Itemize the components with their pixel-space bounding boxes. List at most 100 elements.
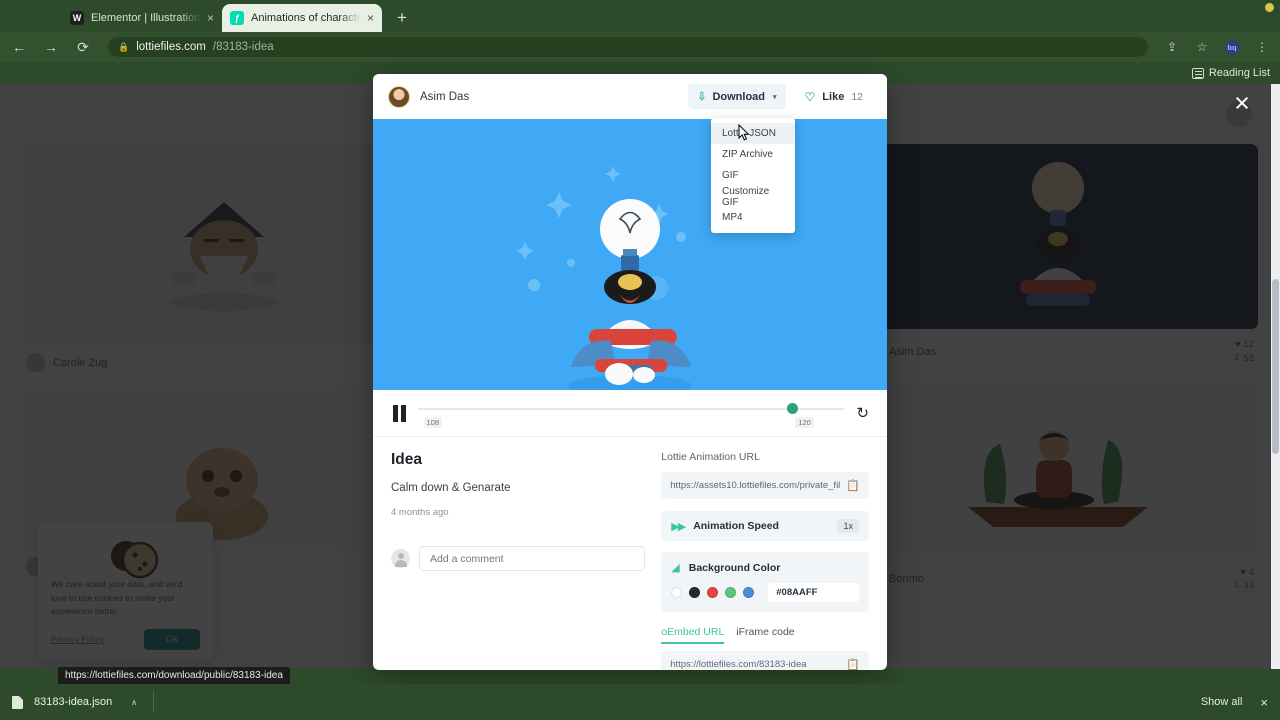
timeline-track[interactable] — [417, 408, 845, 410]
tab-oembed-url[interactable]: oEmbed URL — [661, 626, 725, 644]
chrome-menu-icon[interactable]: ⋮ — [1252, 37, 1272, 57]
modal-header: Asim Das ⇩ Download ▾ ♡ Like 12 — [373, 74, 887, 119]
wordpress-icon: W — [70, 11, 84, 25]
tab-title: Animations of characters in the — [251, 12, 361, 24]
file-icon — [12, 695, 23, 709]
profile-initials: bq — [1224, 39, 1240, 55]
color-swatch-white[interactable] — [671, 587, 683, 598]
like-button[interactable]: ♡ Like 12 — [795, 84, 872, 109]
modal-author-name: Asim Das — [420, 90, 470, 103]
menu-item-lottie-json[interactable]: Lottie JSON — [711, 123, 795, 144]
lock-icon: 🔒 — [118, 41, 130, 52]
reading-list-icon — [1191, 67, 1204, 79]
heart-outline-icon: ♡ — [804, 89, 816, 104]
tab-iframe-code[interactable]: iFrame code — [736, 626, 794, 644]
animation-url-box[interactable]: https://assets10.lottiefiles.com/private… — [661, 472, 869, 499]
hex-color-input[interactable]: #08AAFF — [768, 583, 859, 602]
animation-url-text: https://assets10.lottiefiles.com/private… — [670, 480, 841, 491]
back-button[interactable]: ← — [8, 36, 30, 58]
chevron-up-icon[interactable]: ∧ — [131, 698, 137, 707]
close-icon[interactable]: × — [1260, 695, 1268, 710]
menu-item-customize-gif[interactable]: Customize GIF — [711, 186, 795, 208]
downloads-shelf-actions: Show all × — [1201, 695, 1268, 710]
timeline-knob[interactable] — [786, 403, 798, 414]
url-host: lottiefiles.com — [136, 41, 206, 53]
comment-input[interactable] — [419, 546, 646, 571]
modal-body: Idea Calm down & Genarate 4 months ago L… — [373, 437, 887, 670]
animation-speed-row[interactable]: ▶▶ Animation Speed 1x — [661, 511, 869, 541]
color-swatch-black[interactable] — [689, 587, 701, 598]
window-minimize-button[interactable] — [1265, 3, 1274, 12]
color-swatch-green[interactable] — [725, 587, 737, 598]
like-label: Like — [822, 90, 845, 103]
color-swatches: #08AAFF — [671, 583, 859, 602]
avatar — [391, 549, 410, 568]
animation-speed-value: 1x — [837, 519, 859, 533]
animation-detail-modal: Asim Das ⇩ Download ▾ ♡ Like 12 108 120 … — [373, 74, 887, 670]
animation-stage[interactable] — [373, 119, 887, 390]
animation-description: Calm down & Genarate — [391, 482, 511, 494]
menu-item-mp4[interactable]: MP4 — [711, 207, 795, 228]
tab-close-icon[interactable]: × — [367, 11, 374, 25]
loop-icon[interactable]: ↻ — [856, 404, 869, 422]
window-controls — [1265, 3, 1274, 12]
page-scrollbar[interactable] — [1271, 84, 1280, 669]
download-file-name: 83183-idea.json — [34, 696, 113, 708]
embed-tabs: oEmbed URL iFrame code — [661, 626, 869, 644]
tab-close-icon[interactable]: × — [207, 11, 214, 25]
page-title: Idea — [391, 451, 423, 468]
downloads-shelf: 83183-idea.json ∧ Show all × — [0, 684, 1280, 720]
profile-avatar[interactable]: bq — [1222, 37, 1242, 57]
bookmark-star-icon[interactable]: ☆ — [1192, 37, 1212, 57]
scrollbar-thumb[interactable] — [1272, 279, 1279, 454]
color-swatch-blue[interactable] — [743, 587, 755, 598]
tab-strip: W Elementor | Illustration × ƒ Animation… — [0, 0, 1280, 32]
download-dropdown-menu: Lottie JSON ZIP Archive GIF Customize GI… — [711, 118, 795, 233]
tab-title: Elementor | Illustration — [91, 12, 201, 24]
forward-button[interactable]: → — [40, 36, 62, 58]
lottiefiles-icon: ƒ — [230, 11, 244, 25]
embed-url-text: https://lottiefiles.com/83183-idea — [670, 659, 807, 670]
animation-speed-label: Animation Speed — [693, 520, 779, 532]
download-label: Download — [712, 90, 766, 103]
background-color-label: Background Color — [688, 561, 781, 574]
reading-list-label[interactable]: Reading List — [1209, 67, 1270, 79]
comment-row — [391, 546, 646, 571]
fast-forward-icon: ▶▶ — [671, 520, 686, 533]
mouse-cursor — [738, 124, 750, 141]
close-icon[interactable]: × — [1227, 88, 1257, 118]
download-icon: ⇩ — [697, 91, 707, 103]
browser-toolbar: ← → ⟳ 🔒 lottiefiles.com/83183-idea ⇪ ☆ b… — [0, 32, 1280, 62]
copy-icon[interactable]: 📋 — [846, 479, 860, 492]
browser-tab-elementor[interactable]: W Elementor | Illustration × — [62, 4, 222, 32]
share-icon[interactable]: ⇪ — [1162, 37, 1182, 57]
address-bar[interactable]: 🔒 lottiefiles.com/83183-idea — [108, 37, 1148, 57]
timeline-scrubber[interactable]: 108 120 — [417, 398, 845, 428]
copy-icon[interactable]: 📋 — [846, 658, 860, 670]
animation-url-label: Lottie Animation URL — [661, 451, 760, 463]
chevron-down-icon: ▾ — [773, 93, 777, 101]
menu-item-zip-archive[interactable]: ZIP Archive — [711, 144, 795, 165]
pause-button[interactable] — [393, 404, 406, 422]
background-color-block: ◢ Background Color #08AAFF — [661, 552, 869, 612]
modal-right-column: Lottie Animation URL https://assets10.lo… — [661, 451, 869, 670]
color-swatch-red[interactable] — [707, 587, 719, 598]
download-item[interactable]: 83183-idea.json ∧ — [12, 691, 155, 713]
browser-tab-lottiefiles[interactable]: ƒ Animations of characters in the × — [222, 4, 382, 32]
total-frames-label: 120 — [795, 417, 814, 428]
url-path: /83183-idea — [212, 41, 274, 53]
menu-item-gif[interactable]: GIF — [711, 165, 795, 186]
paint-bucket-icon: ◢ — [671, 562, 680, 574]
background-color-header: ◢ Background Color — [671, 561, 859, 575]
download-button[interactable]: ⇩ Download ▾ — [688, 84, 786, 109]
show-all-downloads-link[interactable]: Show all — [1201, 696, 1243, 708]
author-avatar[interactable] — [388, 85, 410, 108]
animation-age: 4 months ago — [391, 507, 449, 518]
like-count: 12 — [851, 90, 863, 103]
new-tab-button[interactable]: + — [388, 4, 416, 32]
embed-url-box[interactable]: https://lottiefiles.com/83183-idea 📋 — [661, 651, 869, 670]
current-frame-label: 108 — [423, 417, 443, 428]
reload-button[interactable]: ⟳ — [72, 36, 94, 58]
browser-window: W Elementor | Illustration × ƒ Animation… — [0, 0, 1280, 720]
modal-left-column: Idea Calm down & Genarate 4 months ago — [391, 451, 646, 670]
